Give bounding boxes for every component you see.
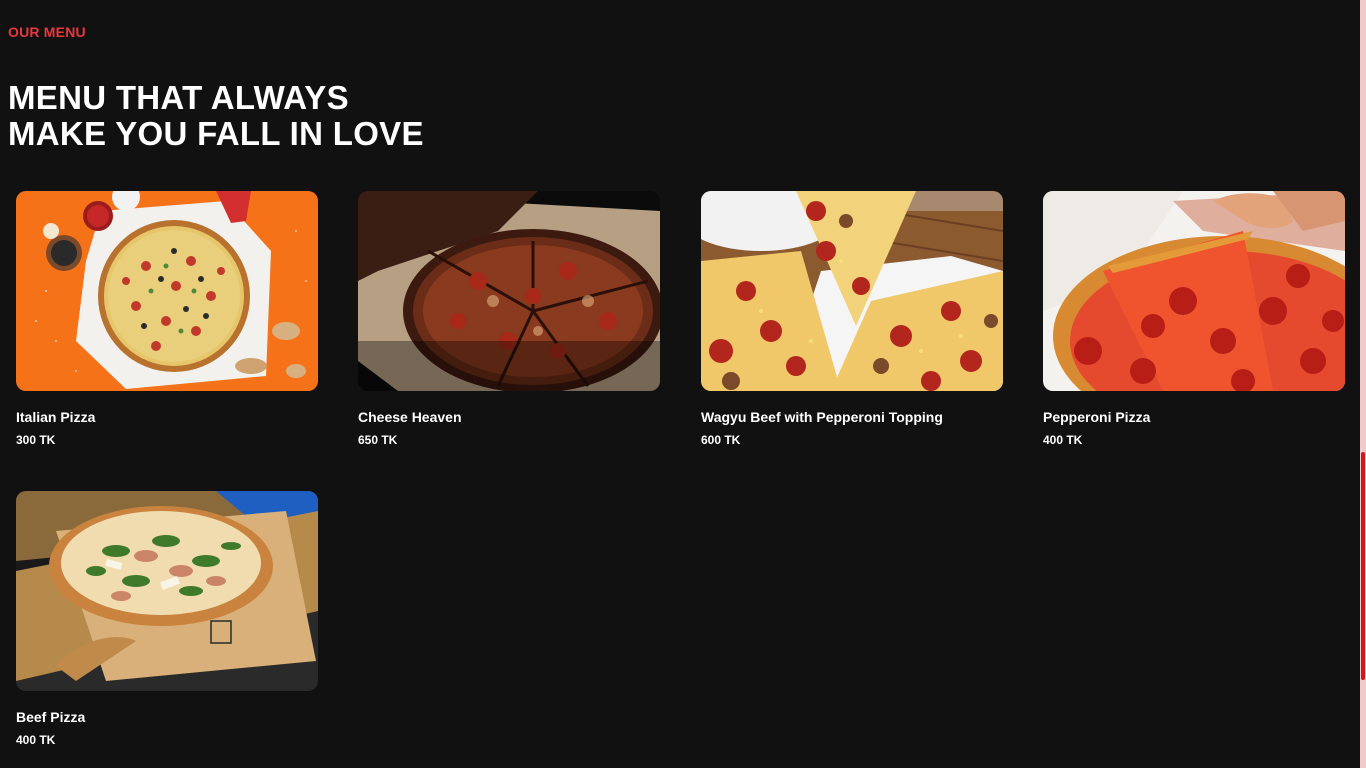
menu-page: OUR MENU MENU THAT ALWAYS MAKE YOU FALL … — [0, 0, 1366, 768]
menu-item-name: Pepperoni Pizza — [1043, 409, 1151, 425]
page-scrollbar[interactable] — [1360, 0, 1366, 768]
scrollbar-thumb[interactable] — [1361, 452, 1365, 680]
menu-item-name: Italian Pizza — [16, 409, 96, 425]
menu-card-beef-pizza[interactable]: Beef Pizza 400 TK — [16, 491, 318, 747]
menu-item-price: 400 TK — [1043, 433, 1083, 447]
beef-pizza-image — [16, 491, 318, 691]
section-headline: MENU THAT ALWAYS MAKE YOU FALL IN LOVE — [8, 80, 424, 152]
section-eyebrow: OUR MENU — [8, 24, 86, 40]
headline-line-2: MAKE YOU FALL IN LOVE — [8, 115, 424, 152]
menu-item-price: 650 TK — [358, 433, 398, 447]
menu-item-name: Wagyu Beef with Pepperoni Topping — [701, 409, 943, 425]
menu-card-cheese-heaven[interactable]: Cheese Heaven 650 TK — [358, 191, 660, 447]
italian-pizza-image — [16, 191, 318, 391]
menu-card-italian-pizza[interactable]: Italian Pizza 300 TK — [16, 191, 318, 447]
menu-item-name: Cheese Heaven — [358, 409, 462, 425]
menu-card-wagyu-beef[interactable]: Wagyu Beef with Pepperoni Topping 600 TK — [701, 191, 1003, 447]
wagyu-beef-image — [701, 191, 1003, 391]
menu-item-price: 600 TK — [701, 433, 741, 447]
menu-item-price: 300 TK — [16, 433, 56, 447]
headline-line-1: MENU THAT ALWAYS — [8, 79, 349, 116]
menu-item-price: 400 TK — [16, 733, 56, 747]
menu-card-pepperoni-pizza[interactable]: Pepperoni Pizza 400 TK — [1043, 191, 1345, 447]
menu-item-name: Beef Pizza — [16, 709, 86, 725]
cheese-heaven-image — [358, 191, 660, 391]
pepperoni-pizza-image — [1043, 191, 1345, 391]
